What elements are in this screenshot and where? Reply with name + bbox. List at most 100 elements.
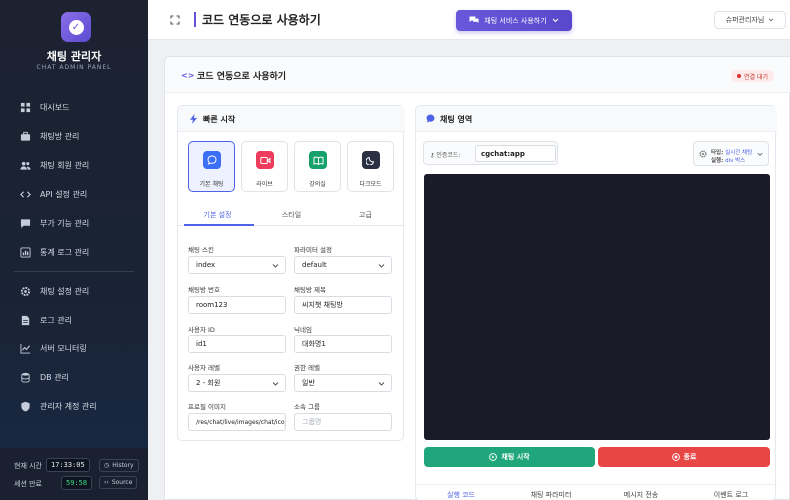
key-icon: ⚷ <box>430 152 435 159</box>
auth-code-label-text: 인증코드: <box>436 152 461 159</box>
tab-chat-params[interactable]: 채팅 파라미터 <box>506 490 596 500</box>
sidebar-item-rooms[interactable]: 채팅방 관리 <box>20 131 79 142</box>
sidebar-item-dashboard[interactable]: 대시보드 <box>20 102 69 113</box>
skin-label: 기본 채팅 <box>199 181 224 188</box>
chat-area-header: 채팅 영역 <box>416 106 777 132</box>
chevron-down-icon <box>378 264 385 268</box>
page-title: 코드 연동으로 사용하기 <box>202 13 321 27</box>
field-label: 소속 그룹 <box>294 403 320 411</box>
connection-status-badge: 연결 대기 <box>731 70 774 82</box>
field-label: 파라미터 설정 <box>294 246 332 254</box>
session-label: 세션 만료 <box>14 480 42 488</box>
auth-code-box: ⚷ 인증코드: cgchat:app <box>423 141 558 165</box>
connection-status-label: 연결 대기 <box>744 73 768 81</box>
quick-start-card: 빠른 시작 기본 채팅 라이브 강의실 다크모드 기본 설정 스타일 고급 채팅… <box>177 105 405 441</box>
sidebar-item-label: 서버 모니터링 <box>40 344 87 353</box>
main-panel: <> 코드 연동으로 사용하기 연결 대기 빠른 시작 기본 채팅 라이브 강의… <box>164 56 790 500</box>
stop-icon <box>671 453 680 461</box>
field-label: 프로필 이미지 <box>188 403 226 411</box>
field-label: 권한 레벨 <box>294 364 320 372</box>
skin-classroom[interactable]: 강의실 <box>294 141 341 192</box>
code-icon <box>20 191 31 198</box>
auth-code-label: ⚷ 인증코드: <box>430 150 460 159</box>
room-number-input[interactable]: room123 <box>188 296 286 314</box>
tab-style[interactable]: 스타일 <box>254 210 329 220</box>
code-icon: <> <box>181 71 195 80</box>
bolt-icon <box>190 114 197 124</box>
end-chat-button[interactable]: 종료 <box>598 447 770 467</box>
settings-icon <box>699 150 707 158</box>
permission-level-select[interactable]: 일반 <box>294 374 392 392</box>
sidebar-item-members[interactable]: 채팅 회원 관리 <box>20 160 89 171</box>
admin-label: 슈퍼관리자님 <box>725 16 765 24</box>
chat-display-area[interactable] <box>424 174 770 440</box>
group-input[interactable]: 그룹명 <box>294 413 392 431</box>
sidebar-item-label: 로그 관리 <box>40 316 72 325</box>
field-label: 채팅방 번호 <box>188 286 220 294</box>
chat-area-title: 채팅 영역 <box>440 115 473 124</box>
skin-label: 다크모드 <box>359 181 382 188</box>
sidebar-item-api[interactable]: API 설정 관리 <box>20 189 87 200</box>
session-value: 59:58 <box>61 476 93 490</box>
sidebar-item-admin-accounts[interactable]: 관리자 계정 관리 <box>20 401 97 412</box>
sidebar-item-label: 채팅방 관리 <box>40 132 80 141</box>
tab-run-code[interactable]: 실행 코드 <box>416 490 506 500</box>
tab-advanced[interactable]: 고급 <box>328 210 403 220</box>
status-dot <box>737 74 741 78</box>
field-label: 닉네임 <box>294 326 312 334</box>
user-level-select[interactable]: 2 - 회원 <box>188 374 286 392</box>
shield-icon <box>21 401 30 412</box>
sidebar-item-addons[interactable]: 부가 기능 관리 <box>20 218 89 229</box>
run-label: 실행: <box>711 158 724 164</box>
video-icon <box>256 151 274 169</box>
file-icon <box>21 315 30 326</box>
profile-image-input[interactable]: /res/chat/live/images/chat/ico_p <box>188 413 286 431</box>
source-label: Source <box>111 479 133 486</box>
user-id-input[interactable]: id1 <box>188 335 286 353</box>
sidebar-item-label: 부가 기능 관리 <box>40 219 90 228</box>
tab-event-log[interactable]: 이벤트 로그 <box>686 490 776 500</box>
check-icon: ✓ <box>68 19 84 35</box>
expand-icon[interactable] <box>170 15 180 25</box>
time-label: 현재 시간 <box>14 462 42 470</box>
active-tab-indicator <box>184 224 254 226</box>
brand-title: 채팅 관리자 <box>46 50 102 63</box>
chat-icon <box>20 219 31 229</box>
admin-menu-button[interactable]: 슈퍼관리자님 <box>714 11 786 29</box>
sidebar-item-monitoring[interactable]: 서버 모니터링 <box>20 343 87 354</box>
skin-dark-mode[interactable]: 다크모드 <box>347 141 394 192</box>
nickname-input[interactable]: 대화명1 <box>294 335 392 353</box>
sidebar-item-chat-settings[interactable]: 채팅 설정 관리 <box>20 286 89 297</box>
dashboard-icon <box>20 102 31 113</box>
param-select[interactable]: default <box>294 256 392 274</box>
start-chat-button[interactable]: 채팅 시작 <box>424 447 595 467</box>
permission-level-value: 일반 <box>302 379 315 387</box>
field-label: 사용자 ID <box>188 326 215 334</box>
tab-send-message[interactable]: 메시지 전송 <box>596 490 686 500</box>
chevron-down-icon <box>757 152 763 157</box>
skin-basic-chat[interactable]: 기본 채팅 <box>188 141 235 192</box>
sidebar-item-db[interactable]: DB 관리 <box>20 372 69 383</box>
sidebar-item-stats[interactable]: 통계 로그 관리 <box>20 247 89 258</box>
skin-select[interactable]: index <box>188 256 286 274</box>
run-row: 실행: div 박스 <box>711 156 745 164</box>
sidebar-item-logs[interactable]: 로그 관리 <box>20 315 72 326</box>
type-selector[interactable]: 타입: 실시간 채팅 실행: div 박스 <box>693 141 769 166</box>
chat-service-label: 채팅 서비스 사용하기 <box>484 16 547 25</box>
history-button[interactable]: ◷ History <box>99 459 139 472</box>
sidebar-item-label: 통계 로그 관리 <box>40 248 90 257</box>
chat-service-button[interactable]: 채팅 서비스 사용하기 <box>456 10 572 31</box>
auth-code-input[interactable]: cgchat:app <box>475 145 556 162</box>
sidebar-item-label: API 설정 관리 <box>40 190 88 199</box>
user-level-value: 2 - 회원 <box>196 379 221 387</box>
skin-live[interactable]: 라이브 <box>241 141 288 192</box>
sidebar-item-label: DB 관리 <box>40 373 69 382</box>
chat-icon <box>469 16 479 23</box>
users-icon <box>20 161 31 170</box>
settings-tabs: 기본 설정 스타일 고급 <box>178 204 405 226</box>
room-title-input[interactable]: 씨지챗 채팅방 <box>294 296 392 314</box>
chevron-down-icon <box>769 18 774 22</box>
tab-basic-settings[interactable]: 기본 설정 <box>180 210 255 220</box>
source-button[interactable]: ‹› Source <box>99 476 138 489</box>
skin-label: 강의실 <box>309 181 326 188</box>
